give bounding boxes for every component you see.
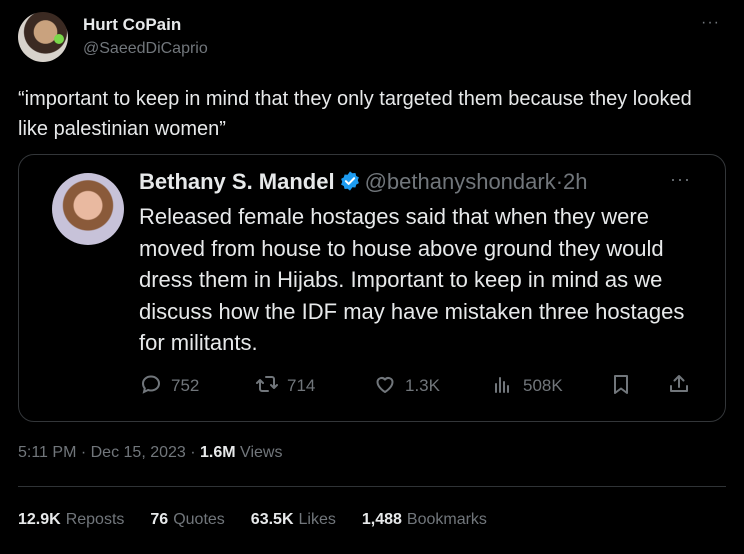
reposts-stat[interactable]: 12.9K Reposts	[18, 511, 124, 529]
heart-icon	[373, 372, 397, 401]
more-options-icon[interactable]: ···	[701, 14, 720, 32]
meta-separator: ·	[185, 444, 201, 461]
bookmarks-label: Bookmarks	[406, 511, 487, 528]
likes-count: 63.5K	[250, 511, 294, 528]
quoted-author-name[interactable]: Bethany S. Mandel	[139, 169, 335, 194]
quoted-header: Bethany S. Mandel @bethanyshondark·2h	[139, 169, 588, 199]
author-name[interactable]: Hurt CoPain	[83, 15, 181, 35]
quotes-count: 76	[150, 511, 169, 528]
tweet-meta: 5:11 PM · Dec 15, 2023 · 1.6M Views	[18, 444, 282, 462]
divider	[18, 486, 726, 487]
likes-label: Likes	[298, 511, 336, 528]
retweet-count: 714	[287, 376, 316, 395]
views-label: Views	[235, 444, 283, 461]
quoted-more-icon[interactable]: ···	[670, 169, 691, 190]
quoted-author-handle[interactable]: @bethanyshondark	[365, 169, 556, 194]
like-count: 1.3K	[405, 376, 440, 395]
reply-icon	[139, 372, 163, 401]
quotes-label: Quotes	[173, 511, 225, 528]
retweet-icon	[255, 372, 279, 401]
quoted-author-avatar[interactable]	[52, 173, 124, 245]
meta-separator: ·	[76, 444, 91, 461]
bookmark-button[interactable]	[609, 371, 633, 401]
quoted-time[interactable]: 2h	[563, 169, 587, 194]
quoted-dot: ·	[555, 169, 564, 194]
like-button[interactable]: 1.3K	[373, 371, 440, 401]
tweet-date[interactable]: Dec 15, 2023	[91, 444, 186, 461]
likes-stat[interactable]: 63.5K Likes	[251, 511, 336, 529]
tweet-header: Hurt CoPain @SaeedDiCaprio ···	[18, 12, 726, 62]
quotes-stat[interactable]: 76 Quotes	[150, 511, 224, 529]
reposts-count: 12.9K	[18, 511, 61, 528]
author-avatar[interactable]	[18, 12, 68, 62]
author-handle[interactable]: @SaeedDiCaprio	[83, 40, 208, 58]
verified-badge-icon	[339, 170, 361, 198]
retweet-button[interactable]: 714	[255, 371, 315, 401]
engagement-stats: 12.9K Reposts 76 Quotes 63.5K Likes 1,488 Bo…	[18, 511, 487, 529]
views-total: 1.6M	[200, 444, 236, 461]
reply-count: 752	[171, 376, 200, 395]
quoted-actions: 752 714 1.3K 508K	[139, 371, 699, 401]
reply-button[interactable]: 752	[139, 371, 199, 401]
tweet-text: “important to keep in mind that they onl…	[18, 88, 692, 140]
views-icon	[491, 372, 515, 401]
quoted-text: Released female hostages said that when …	[139, 204, 685, 355]
bookmarks-stat[interactable]: 1,488 Bookmarks	[362, 511, 487, 529]
tweet-time[interactable]: 5:11 PM	[18, 444, 76, 461]
share-button[interactable]	[667, 371, 691, 401]
bookmark-icon	[609, 372, 633, 401]
avatar-badge	[54, 34, 64, 44]
views-count: 508K	[523, 376, 563, 395]
bookmarks-count: 1,488	[361, 511, 402, 528]
share-icon	[667, 372, 691, 401]
quoted-tweet[interactable]: Bethany S. Mandel @bethanyshondark·2h ···…	[18, 154, 726, 422]
views-button[interactable]: 508K	[491, 371, 563, 401]
reposts-label: Reposts	[65, 511, 125, 528]
